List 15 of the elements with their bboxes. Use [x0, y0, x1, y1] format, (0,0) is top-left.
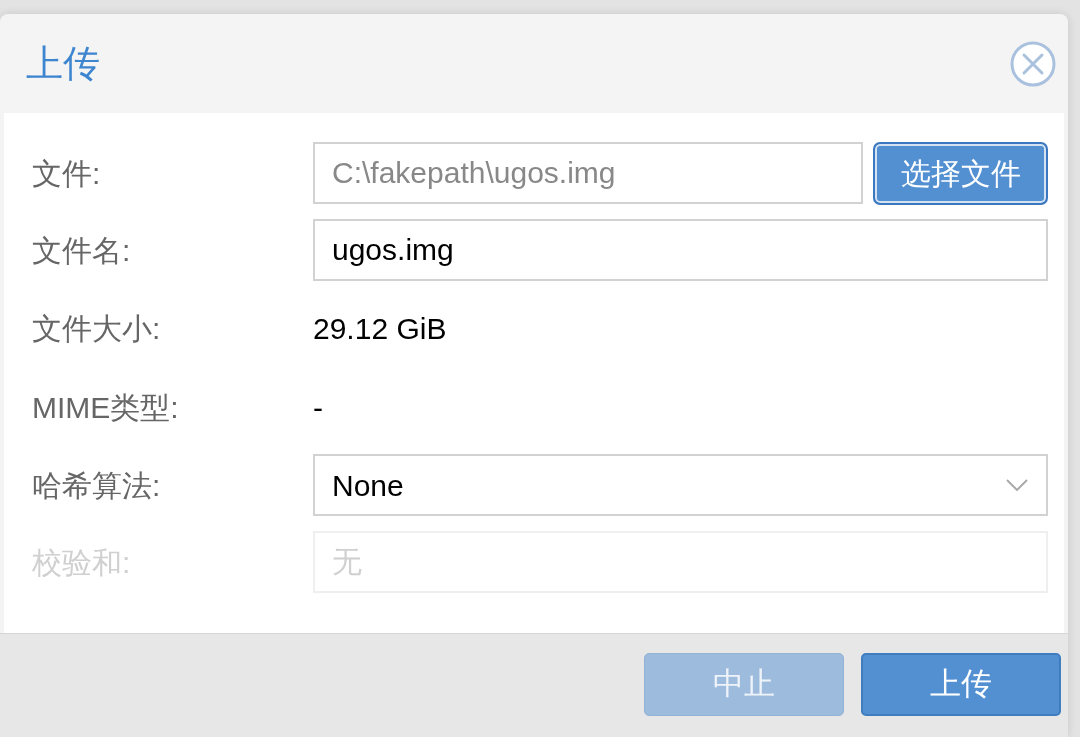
choose-file-button[interactable]: 选择文件 — [873, 141, 1048, 205]
field-label: 哈希算法: — [32, 467, 162, 504]
file-path-field[interactable]: C:\fakepath\ugos.img — [313, 142, 863, 204]
field-value: 29.12 GiB — [313, 310, 447, 347]
field-label: 文件: — [32, 155, 102, 192]
dialog-title: 上传 — [26, 45, 100, 82]
field-value: - — [313, 389, 323, 426]
dialog-button[interactable]: 上传 — [861, 653, 1061, 716]
close-icon[interactable] — [1010, 40, 1056, 87]
text-field[interactable]: ugos.img — [313, 219, 1048, 281]
hash-algorithm-select[interactable]: None — [313, 454, 1048, 516]
field-label: 文件大小: — [32, 310, 162, 347]
field-label: MIME类型: — [32, 389, 180, 426]
chevron-down-icon — [1006, 479, 1028, 491]
field-label: 文件名: — [32, 232, 132, 269]
